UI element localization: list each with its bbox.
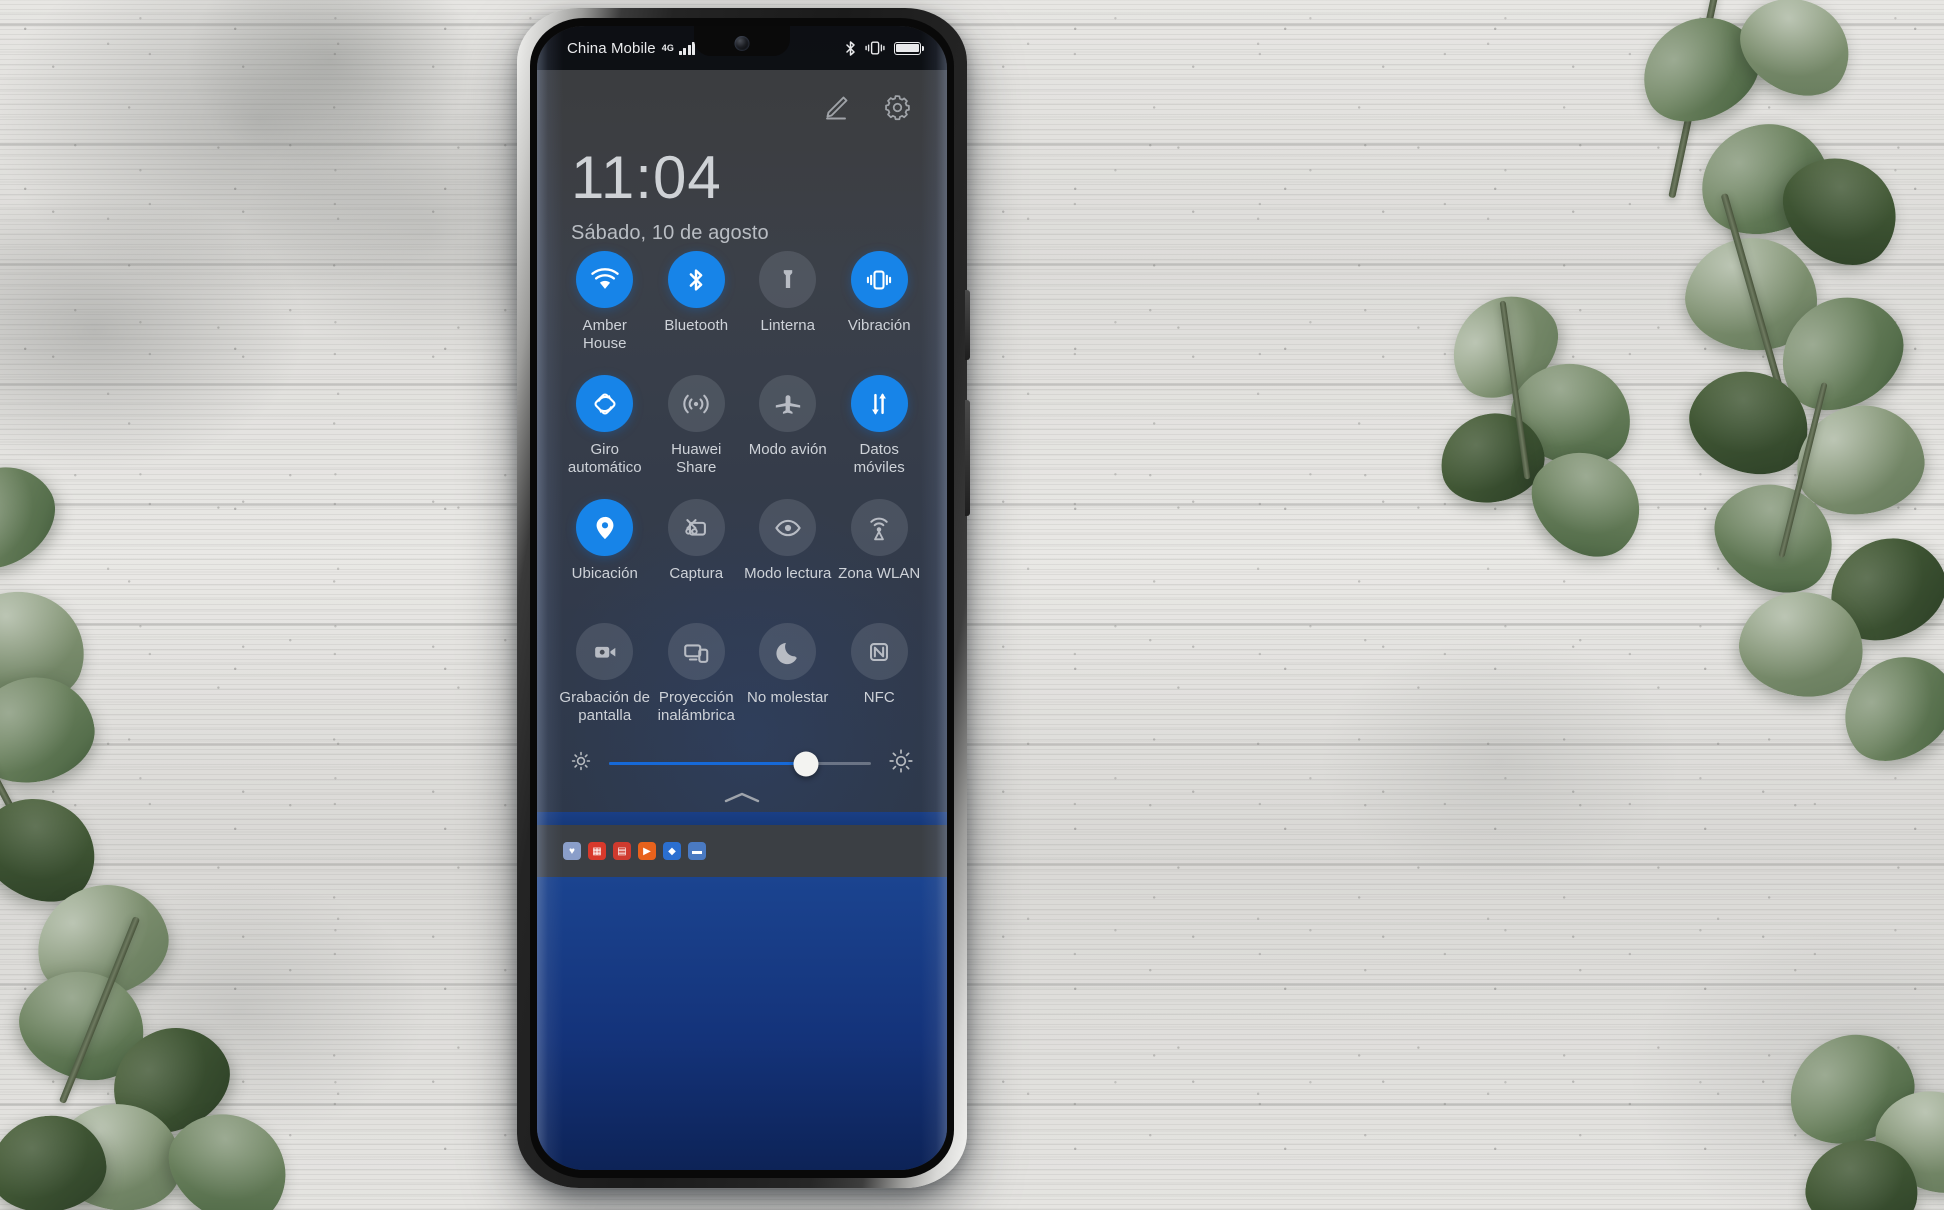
network-type-label: 4G — [661, 43, 674, 53]
moon-icon — [759, 623, 817, 680]
quick-toggle-label: Grabación de pantalla — [559, 689, 651, 724]
quick-toggle-giro-autom-tico[interactable]: Giro automático — [559, 369, 651, 487]
airplane-icon — [759, 375, 817, 432]
quick-settings-panel: 11:04 Sábado, 10 de agosto Amber House Bl… — [537, 70, 947, 1170]
huawei-share-icon — [667, 375, 725, 432]
quick-toggle-vibraci-n[interactable]: Vibración — [834, 245, 926, 363]
wallpaper-strip-lower — [537, 877, 947, 1170]
notification-icon-shelf[interactable]: ♥ ▦ ▤ ▶ ◆ ▬ — [537, 825, 947, 877]
carrier-name: China Mobile — [567, 39, 656, 57]
quick-toggle-zona-wlan[interactable]: Zona WLAN — [834, 493, 926, 611]
quick-toggle-label: Captura — [669, 565, 724, 582]
red-app-icon[interactable]: ▦ — [588, 842, 606, 860]
wireless-cast-icon — [667, 623, 725, 680]
quick-toggle-ubicaci-n[interactable]: Ubicación — [559, 493, 651, 611]
quick-toggle-label: Proyección inalámbrica — [657, 689, 735, 724]
location-pin-icon — [576, 499, 634, 556]
quick-toggle-label: Zona WLAN — [838, 565, 921, 582]
quick-toggle-label: Datos móviles — [853, 441, 905, 476]
nfc-icon — [850, 623, 908, 680]
quick-toggle-captura[interactable]: Captura — [651, 493, 743, 611]
hotspot-icon — [850, 499, 908, 556]
camera-notch — [694, 26, 790, 56]
camcorder-icon[interactable]: ▬ — [688, 842, 706, 860]
quick-toggle-modo-avi-n[interactable]: Modo avión — [742, 369, 834, 487]
news-app-icon[interactable]: ▤ — [613, 842, 631, 860]
screenshot-icon — [667, 499, 725, 556]
quick-toggle-no-molestar[interactable]: No molestar — [742, 617, 834, 735]
eye-icon — [759, 499, 817, 556]
quick-toggle-proyecci-n-inal-mbrica[interactable]: Proyección inalámbrica — [651, 617, 743, 735]
quick-toggle-label: Bluetooth — [664, 317, 729, 334]
gear-icon[interactable] — [882, 92, 913, 128]
quick-toggle-label: NFC — [863, 689, 895, 706]
quick-toggle-grabaci-n-de-pantalla[interactable]: Grabación de pantalla — [559, 617, 651, 735]
wood-speckle-overlay — [0, 0, 1944, 1210]
chevron-up-icon[interactable] — [537, 782, 947, 812]
clock-time: 11:04 — [571, 144, 722, 211]
quick-toggle-modo-lectura[interactable]: Modo lectura — [742, 493, 834, 611]
clock-block: 11:04 Sábado, 10 de agosto — [537, 128, 947, 245]
quick-toggle-datos-m-viles[interactable]: Datos móviles — [834, 369, 926, 487]
wifi-icon — [576, 251, 634, 308]
messenger-icon[interactable]: ◆ — [663, 842, 681, 860]
status-bar-right — [845, 40, 924, 56]
quick-toggle-label: No molestar — [747, 689, 829, 706]
brightness-slider-row — [537, 735, 947, 780]
quick-toggle-amber-house[interactable]: Amber House — [559, 245, 651, 363]
quick-toggle-nfc[interactable]: NFC — [834, 617, 926, 735]
brightness-slider-fill — [609, 762, 806, 765]
phone-screen: China Mobile 4G 11:04 Sábado, 10 de agos… — [537, 26, 947, 1170]
brightness-slider-knob[interactable] — [793, 751, 818, 776]
quick-toggle-bluetooth[interactable]: Bluetooth — [651, 245, 743, 363]
vibrate-icon — [850, 251, 908, 308]
quick-toggle-label: Giro automático — [567, 441, 642, 476]
bluetooth-icon — [667, 251, 725, 308]
clock-date: Sábado, 10 de agosto — [571, 222, 769, 244]
quick-toggle-label: Vibración — [847, 317, 911, 334]
volume-button[interactable] — [965, 400, 970, 516]
bluetooth-icon — [845, 40, 856, 56]
quick-toggle-label: Modo lectura — [744, 565, 832, 582]
screenshot-scene: China Mobile 4G 11:04 Sábado, 10 de agos… — [0, 0, 1944, 1210]
health-app-icon[interactable]: ♥ — [563, 842, 581, 860]
power-button[interactable] — [965, 290, 970, 360]
vibrate-icon — [865, 41, 885, 55]
quick-toggle-label: Modo avión — [748, 441, 827, 458]
quick-toggle-huawei-share[interactable]: Huawei Share — [651, 369, 743, 487]
quick-toggle-label: Ubicación — [571, 565, 638, 582]
quick-toggle-label: Linterna — [760, 317, 816, 334]
edit-icon[interactable] — [821, 92, 852, 128]
quick-toggle-label: Amber House — [582, 317, 627, 352]
signal-bars-icon — [678, 41, 696, 55]
brightness-high-icon — [887, 747, 915, 780]
quick-toggle-linterna[interactable]: Linterna — [742, 245, 834, 363]
quick-toggle-label: Huawei Share — [671, 441, 722, 476]
battery-icon — [894, 41, 924, 55]
video-play-icon[interactable]: ▶ — [638, 842, 656, 860]
panel-action-row — [537, 70, 947, 128]
wallpaper-strip-upper — [537, 812, 947, 825]
flashlight-icon — [759, 251, 817, 308]
quick-toggle-grid: Amber House Bluetooth Linterna Vibración Gir… — [537, 245, 947, 735]
mobile-data-icon — [850, 375, 908, 432]
brightness-slider[interactable] — [609, 751, 871, 776]
brightness-low-icon — [569, 749, 593, 778]
auto-rotate-icon — [576, 375, 634, 432]
smartphone-device: China Mobile 4G 11:04 Sábado, 10 de agos… — [517, 8, 970, 1188]
screen-record-icon — [576, 623, 634, 680]
